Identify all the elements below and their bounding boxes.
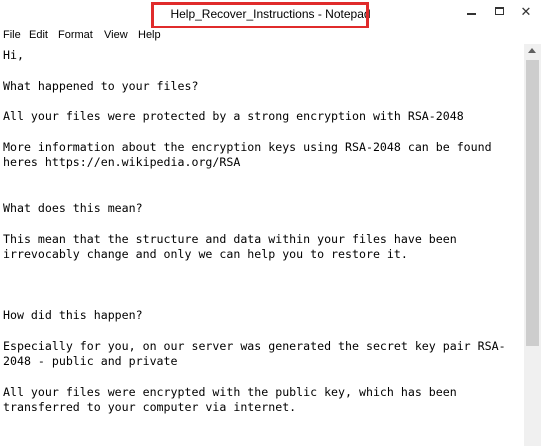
title-bar[interactable]: Help_Recover_Instructions - Notepad ✕ — [0, 0, 541, 29]
menu-help[interactable]: Help — [138, 29, 161, 41]
text-editor[interactable]: Hi, What happened to your files? All you… — [0, 44, 524, 446]
menu-bar: File Edit Format View Help — [0, 28, 541, 44]
close-icon: ✕ — [520, 3, 532, 19]
vertical-scrollbar[interactable] — [524, 44, 541, 446]
menu-file[interactable]: File — [3, 29, 21, 41]
maximize-icon — [494, 7, 504, 15]
scroll-up-arrow-icon[interactable] — [528, 48, 536, 53]
maximize-button[interactable] — [484, 0, 514, 22]
notepad-window: Help_Recover_Instructions - Notepad ✕ Fi… — [0, 0, 541, 446]
close-button[interactable]: ✕ — [511, 0, 541, 22]
menu-format[interactable]: Format — [58, 29, 93, 41]
document-text[interactable]: Hi, What happened to your files? All you… — [0, 44, 524, 415]
scrollbar-thumb[interactable] — [526, 60, 539, 346]
title-highlight-box — [151, 2, 369, 29]
menu-edit[interactable]: Edit — [29, 29, 48, 41]
minimize-button[interactable] — [456, 0, 486, 22]
menu-view[interactable]: View — [104, 29, 128, 41]
minimize-icon — [466, 13, 476, 15]
